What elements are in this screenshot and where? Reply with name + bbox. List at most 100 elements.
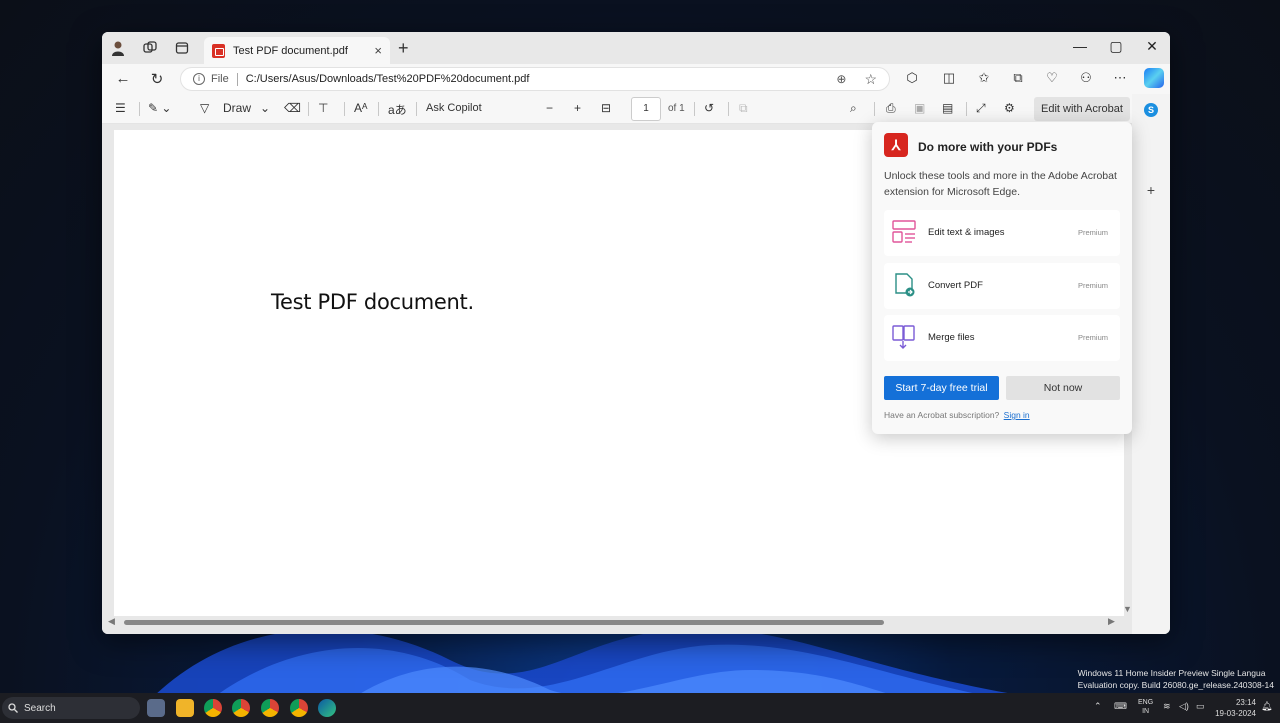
edge-icon[interactable]: [318, 699, 336, 717]
keyboard-icon[interactable]: ⌨: [1114, 701, 1127, 712]
tab-actions-icon[interactable]: [174, 40, 190, 56]
title-bar: Test PDF document.pdf × + — ▢ ✕: [102, 32, 1170, 64]
fullscreen-icon[interactable]: ⤢: [976, 101, 986, 116]
chrome-icon[interactable]: [232, 699, 250, 717]
url-text[interactable]: C:/Users/Asus/Downloads/Test%20PDF%20doc…: [246, 73, 837, 85]
show-hidden-icons[interactable]: ⌃: [1094, 701, 1102, 712]
watermark-line-2: Evaluation copy. Build 26080.ge_release.…: [1077, 680, 1274, 690]
browser-essentials-icon[interactable]: ♡: [1042, 70, 1062, 86]
settings-gear-icon[interactable]: ⚙: [1004, 101, 1015, 115]
feature-label: Convert PDF: [928, 280, 983, 291]
address-bar[interactable]: i File C:/Users/Asus/Downloads/Test%20PD…: [180, 67, 890, 91]
url-separator: [236, 72, 238, 86]
premium-badge: Premium: [1077, 333, 1108, 342]
subscription-text: Have an Acrobat subscription? Sign in: [884, 410, 1030, 420]
highlight-icon[interactable]: ✎ ⌄: [148, 101, 171, 115]
more-options-icon[interactable]: ⋯: [1110, 70, 1130, 86]
profile-icon[interactable]: [110, 40, 126, 56]
contents-icon[interactable]: ☰: [115, 101, 126, 115]
search-icon: [8, 703, 18, 713]
draw-icon[interactable]: ▽: [200, 101, 209, 115]
file-explorer-icon[interactable]: [176, 699, 194, 717]
save-icon[interactable]: ▣: [914, 101, 925, 115]
pdf-toolbar: ☰ ✎ ⌄ ▽ Draw ⌄ ⌫ ⊤ Aᴬ aあ Ask Copilot − +…: [102, 94, 1132, 124]
scroll-down-icon[interactable]: ▼: [1123, 604, 1132, 614]
language-indicator[interactable]: ENG IN: [1138, 698, 1153, 716]
notification-bell-icon[interactable]: 🔔︎: [1261, 701, 1272, 712]
divider: [694, 102, 695, 116]
scroll-left-icon[interactable]: ◀: [108, 616, 115, 627]
workspaces-icon[interactable]: [142, 40, 158, 56]
tab-close-icon[interactable]: ×: [374, 43, 382, 58]
wifi-icon[interactable]: ≋: [1163, 701, 1171, 712]
save-as-icon[interactable]: ▤: [942, 101, 953, 115]
sign-in-link[interactable]: Sign in: [1004, 410, 1030, 420]
search-pdf-icon[interactable]: ⌕: [850, 101, 857, 116]
divider: [874, 102, 875, 116]
tab-title: Test PDF document.pdf: [233, 44, 348, 57]
minimize-button[interactable]: —: [1070, 38, 1090, 54]
zoom-in-button[interactable]: +: [574, 101, 581, 115]
scroll-right-icon[interactable]: ▶: [1108, 616, 1115, 627]
refresh-icon[interactable]: ↻: [147, 70, 167, 88]
time: 23:14: [1235, 698, 1256, 707]
page-number-input[interactable]: 1: [631, 97, 661, 121]
task-view-icon[interactable]: [147, 699, 165, 717]
skype-icon[interactable]: S: [1144, 103, 1158, 117]
text-box-icon[interactable]: ⊤: [318, 101, 328, 115]
volume-icon[interactable]: ◁): [1179, 701, 1189, 712]
new-tab-button[interactable]: +: [398, 38, 409, 59]
address-row: ← ↻ i File C:/Users/Asus/Downloads/Test%…: [102, 64, 1170, 94]
copilot-icon[interactable]: [1144, 68, 1164, 88]
chrome-icon[interactable]: [261, 699, 279, 717]
tab-active[interactable]: Test PDF document.pdf ×: [204, 37, 390, 64]
watermark-line-1: Windows 11 Home Insider Preview Single L…: [1077, 668, 1266, 678]
document-text: Test PDF document.: [271, 290, 474, 314]
share-icon[interactable]: ⚇: [1076, 70, 1096, 86]
divider: [344, 102, 345, 116]
chrome-icon[interactable]: [290, 699, 308, 717]
search-label: Search: [24, 702, 56, 714]
divider: [378, 102, 379, 116]
chrome-icon[interactable]: [204, 699, 222, 717]
horizontal-scrollbar[interactable]: ◀ ▶: [108, 616, 1120, 628]
draw-label[interactable]: Draw: [223, 101, 251, 115]
translate-icon[interactable]: aあ: [388, 101, 407, 118]
extensions-icon[interactable]: ⬡: [902, 70, 922, 86]
back-icon[interactable]: ←: [113, 70, 133, 87]
clock[interactable]: 23:14 19-03-2024: [1215, 697, 1256, 719]
edit-with-acrobat-button[interactable]: Edit with Acrobat: [1034, 97, 1130, 121]
zoom-icon[interactable]: ⊕: [836, 72, 846, 86]
rotate-icon[interactable]: ↺: [704, 101, 714, 115]
language-code: ENG: [1138, 699, 1154, 706]
print-icon[interactable]: ⎙: [886, 101, 896, 116]
feature-card-merge[interactable]: Merge files Premium: [884, 315, 1120, 361]
maximize-button[interactable]: ▢: [1106, 38, 1126, 55]
read-aloud-icon[interactable]: Aᴬ: [354, 101, 367, 115]
battery-icon[interactable]: ▭: [1196, 701, 1205, 712]
info-icon[interactable]: i: [193, 73, 205, 85]
feature-label: Edit text & images: [928, 227, 1005, 238]
premium-badge: Premium: [1077, 281, 1108, 290]
start-trial-button[interactable]: Start 7-day free trial: [884, 376, 999, 400]
collections-icon[interactable]: ⧉: [1008, 70, 1028, 86]
taskbar-search[interactable]: Search: [2, 697, 140, 719]
split-screen-icon[interactable]: ◫: [939, 70, 959, 86]
taskbar: Search ⌃ ⌨ ENG IN ≋ ◁) ▭ 23:14 19-03-202…: [0, 693, 1280, 723]
ask-copilot-button[interactable]: Ask Copilot: [426, 102, 482, 114]
draw-dropdown-icon[interactable]: ⌄: [260, 101, 270, 115]
favorites-icon[interactable]: ✩: [974, 70, 994, 86]
favorite-star-icon[interactable]: ☆: [864, 71, 877, 88]
feature-card-edit[interactable]: Edit text & images Premium: [884, 210, 1120, 256]
page-view-icon[interactable]: ⧉: [739, 101, 748, 116]
close-window-button[interactable]: ✕: [1142, 38, 1162, 55]
not-now-button[interactable]: Not now: [1006, 376, 1120, 400]
fit-to-width-icon[interactable]: ⊟: [601, 101, 611, 115]
feature-card-convert[interactable]: Convert PDF Premium: [884, 263, 1120, 309]
add-sidebar-app-icon[interactable]: +: [1141, 182, 1161, 198]
popup-title: Do more with your PDFs: [918, 140, 1058, 154]
scroll-thumb[interactable]: [124, 620, 884, 625]
zoom-out-button[interactable]: −: [546, 101, 553, 115]
acrobat-promo-popup: ⅄ Do more with your PDFs Unlock these to…: [872, 122, 1132, 434]
eraser-icon[interactable]: ⌫: [284, 101, 301, 115]
